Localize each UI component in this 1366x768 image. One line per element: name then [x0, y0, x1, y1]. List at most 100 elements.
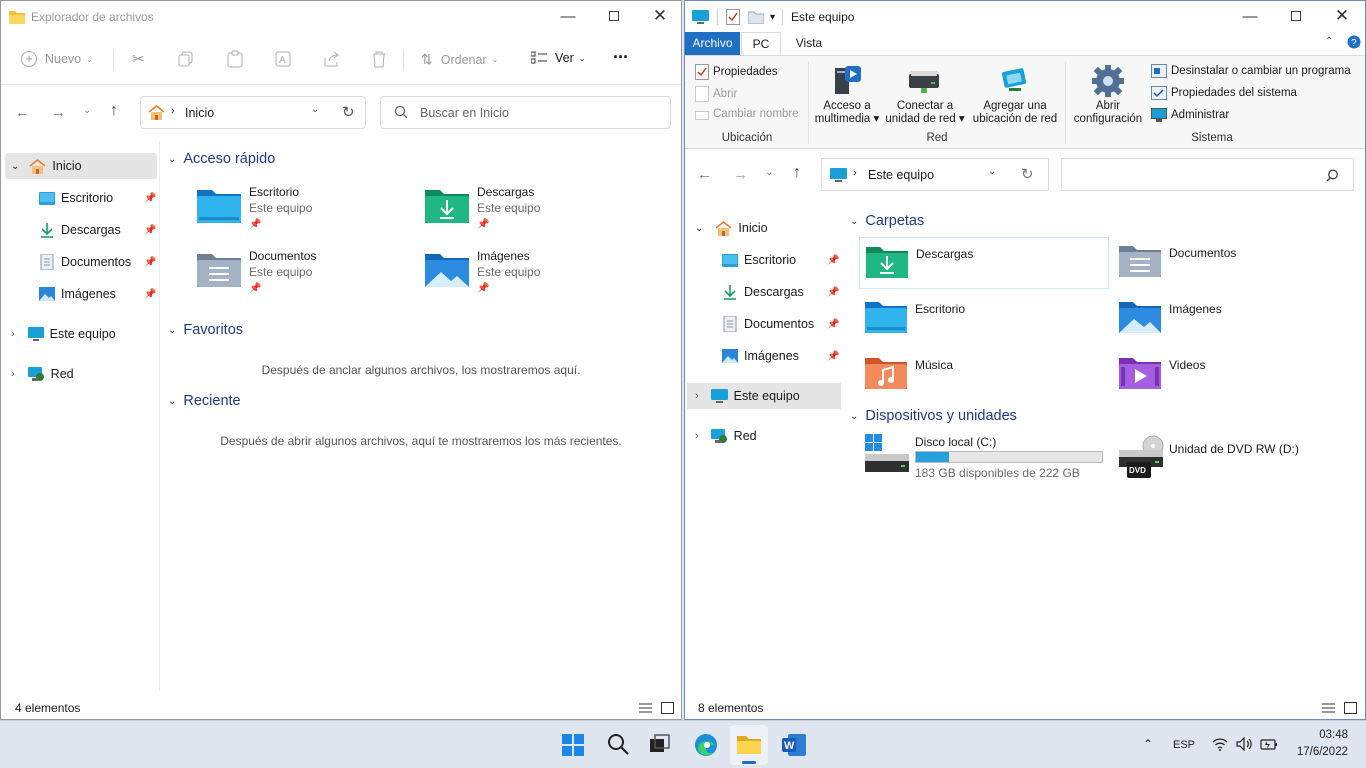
recent-locations-button[interactable]: ⌄: [765, 167, 773, 178]
address-bar[interactable]: › Inicio ⌄ ↻: [140, 96, 366, 129]
media-access-button[interactable]: Acceso a multimedia ▾: [813, 62, 881, 128]
tab-file[interactable]: Archivo: [685, 32, 740, 55]
new-button[interactable]: + Nuevo ⌄: [21, 51, 93, 67]
explorer-taskbar-button[interactable]: [730, 725, 768, 765]
search-icon[interactable]: [607, 733, 629, 755]
nav-item-this-pc[interactable]: › Este equipo: [687, 383, 841, 409]
nav-item-this-pc[interactable]: › Este equipo: [11, 321, 116, 347]
back-button[interactable]: ←: [697, 166, 712, 183]
up-button[interactable]: ↑: [793, 164, 801, 182]
nav-item-desktop[interactable]: Escritorio: [39, 185, 113, 211]
folder-tile-documents[interactable]: Documentos: [1115, 237, 1355, 289]
nav-item-pictures[interactable]: Imágenes: [722, 343, 799, 369]
recent-header[interactable]: ⌄ Reciente: [168, 393, 241, 409]
clock-time[interactable]: 03:48: [1302, 729, 1348, 741]
close-button[interactable]: ✕: [1319, 1, 1365, 31]
open-button[interactable]: Abrir: [695, 86, 737, 102]
word-icon[interactable]: W: [782, 734, 806, 756]
nav-item-desktop[interactable]: Escritorio: [722, 247, 796, 273]
nav-item-network[interactable]: › Red: [11, 361, 74, 387]
folder-tile-music[interactable]: Música: [859, 349, 1109, 401]
nav-item-documents[interactable]: Documentos: [722, 311, 814, 337]
nav-item-documents[interactable]: Documentos: [39, 249, 131, 275]
details-view-icon[interactable]: [639, 702, 652, 714]
large-icons-view-icon[interactable]: [1344, 702, 1357, 714]
customize-qat-icon[interactable]: ▾: [770, 12, 775, 23]
folder-tile-downloads[interactable]: Descargas: [859, 237, 1109, 289]
favorites-header[interactable]: ⌄ Favoritos: [168, 322, 243, 338]
properties-button[interactable]: Propiedades: [695, 64, 778, 80]
pin-icon[interactable]: 📌: [144, 193, 156, 204]
folder-tile-desktop[interactable]: Escritorio: [859, 293, 1109, 345]
add-network-location-button[interactable]: Agregar una ubicación de red: [969, 62, 1061, 128]
forward-button[interactable]: →: [51, 104, 66, 121]
nav-item-downloads[interactable]: Descargas: [39, 217, 121, 243]
rename-icon[interactable]: A: [275, 50, 291, 68]
details-view-icon[interactable]: [1322, 702, 1335, 714]
task-view-icon[interactable]: [649, 734, 671, 754]
system-properties-button[interactable]: Propiedades del sistema: [1151, 86, 1297, 100]
share-icon[interactable]: [323, 50, 339, 68]
pin-icon[interactable]: 📌: [144, 257, 156, 268]
copy-icon[interactable]: [178, 51, 194, 67]
drive-tile-c[interactable]: Disco local (C:) 183 GB disponibles de 2…: [859, 431, 1109, 485]
pin-icon[interactable]: 📌: [827, 319, 839, 330]
delete-icon[interactable]: [371, 50, 387, 68]
refresh-icon[interactable]: ↻: [342, 103, 355, 121]
minimize-button[interactable]: —: [545, 1, 591, 31]
collapse-ribbon-icon[interactable]: ⌃: [1325, 36, 1333, 47]
pin-icon[interactable]: 📌: [827, 351, 839, 362]
chevron-up-icon[interactable]: ⌃: [1143, 737, 1153, 751]
volume-icon[interactable]: [1236, 737, 1253, 751]
maximize-button[interactable]: [1273, 1, 1319, 31]
minimize-button[interactable]: —: [1227, 1, 1273, 31]
open-settings-button[interactable]: Abrir configuración: [1069, 62, 1147, 128]
search-box[interactable]: [1061, 158, 1354, 191]
new-folder-qat-icon[interactable]: [748, 11, 764, 24]
forward-button[interactable]: →: [733, 166, 748, 183]
address-dropdown-icon[interactable]: ⌄: [988, 166, 996, 177]
nav-item-network[interactable]: › Red: [695, 423, 757, 449]
folder-tile-pictures[interactable]: Imágenes: [1115, 293, 1355, 345]
refresh-icon[interactable]: ↻: [1021, 165, 1034, 183]
maximize-button[interactable]: [591, 1, 637, 31]
back-button[interactable]: ←: [15, 104, 30, 121]
close-button[interactable]: ✕: [637, 1, 681, 31]
nav-item-home[interactable]: ⌄ Inicio: [695, 215, 768, 241]
tab-view[interactable]: Vista: [789, 32, 829, 55]
map-network-drive-button[interactable]: Conectar a unidad de red ▾: [881, 62, 969, 128]
more-options-button[interactable]: ···: [613, 47, 629, 68]
sort-button[interactable]: ⇅ Ordenar ⌄: [421, 51, 498, 68]
battery-icon[interactable]: [1260, 737, 1278, 751]
pin-icon[interactable]: 📌: [144, 225, 156, 236]
large-icons-view-icon[interactable]: [661, 702, 674, 714]
drive-tile-dvd[interactable]: DVD Unidad de DVD RW (D:): [1115, 431, 1355, 485]
up-button[interactable]: ↑: [110, 102, 118, 120]
start-icon[interactable]: [562, 734, 584, 756]
tab-pc[interactable]: PC: [741, 32, 781, 56]
clock-date[interactable]: 17/6/2022: [1288, 746, 1348, 758]
folders-header[interactable]: ⌄ Carpetas: [850, 213, 924, 229]
address-bar[interactable]: › Este equipo ⌄ ↻: [821, 158, 1049, 191]
nav-item-home[interactable]: ⌄ Inicio: [5, 153, 157, 179]
quick-access-header[interactable]: ⌄ Acceso rápido: [168, 151, 275, 167]
paste-icon[interactable]: [227, 50, 243, 68]
folder-tile-videos[interactable]: Videos: [1115, 349, 1355, 401]
pin-icon[interactable]: 📌: [827, 287, 839, 298]
nav-item-downloads[interactable]: Descargas: [722, 279, 804, 305]
manage-button[interactable]: Administrar: [1151, 108, 1229, 122]
nav-item-pictures[interactable]: Imágenes: [39, 281, 116, 307]
address-dropdown-icon[interactable]: ⌄: [311, 104, 319, 115]
rename-button[interactable]: Cambiar nombre: [695, 108, 799, 121]
wifi-icon[interactable]: [1212, 737, 1228, 751]
pin-icon[interactable]: 📌: [144, 289, 156, 300]
properties-qat-icon[interactable]: [726, 9, 740, 25]
devices-header[interactable]: ⌄ Dispositivos y unidades: [850, 408, 1017, 424]
edge-icon[interactable]: [694, 733, 718, 757]
uninstall-program-button[interactable]: Desinstalar o cambiar un programa: [1151, 64, 1351, 78]
recent-locations-button[interactable]: ⌄: [83, 105, 91, 116]
language-indicator[interactable]: ESP: [1173, 739, 1195, 751]
view-button[interactable]: Ver ⌄: [531, 51, 585, 65]
cut-icon[interactable]: ✂: [132, 50, 145, 68]
pin-icon[interactable]: 📌: [827, 255, 839, 266]
